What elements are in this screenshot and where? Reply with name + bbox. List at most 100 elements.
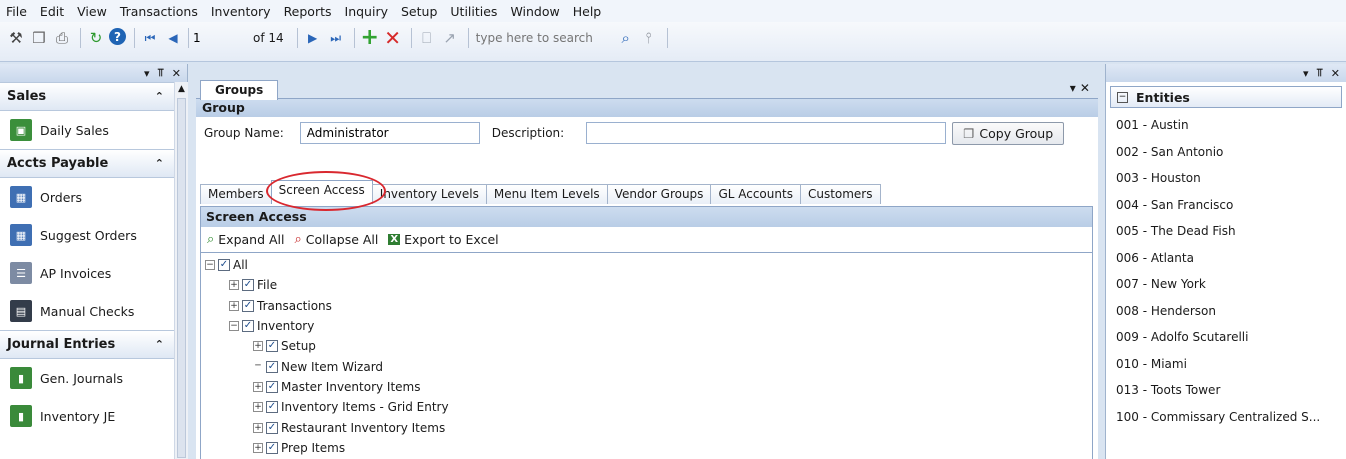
menu-view[interactable]: View bbox=[77, 4, 107, 19]
pane-dropdown-icon[interactable]: ▾ bbox=[144, 67, 150, 80]
expand-icon[interactable]: + bbox=[253, 422, 263, 433]
refresh-icon[interactable]: ↻ bbox=[86, 28, 106, 48]
tree-node[interactable]: + ✓ Inventory Items - Grid Entry bbox=[205, 397, 1085, 417]
tree-node[interactable]: + ✓ Transactions bbox=[205, 296, 1085, 316]
nav-section-journal-entries[interactable]: Journal Entries ⌃ bbox=[0, 330, 174, 359]
tab-vendor-groups[interactable]: Vendor Groups bbox=[606, 184, 712, 204]
nav-item-suggest-orders[interactable]: ▦ Suggest Orders bbox=[0, 216, 174, 254]
entity-item[interactable]: 003 - Houston bbox=[1106, 165, 1346, 192]
checkbox[interactable]: ✓ bbox=[266, 441, 278, 454]
delete-icon[interactable]: ✕ bbox=[383, 28, 403, 48]
collapse-chevron-icon[interactable]: ⌃ bbox=[155, 157, 164, 170]
collapse-chevron-icon[interactable]: ⌃ bbox=[155, 338, 164, 351]
nav-section-accts-payable[interactable]: Accts Payable ⌃ bbox=[0, 149, 174, 178]
help-icon[interactable]: ? bbox=[109, 28, 126, 45]
entity-item[interactable]: 006 - Atlanta bbox=[1106, 245, 1346, 272]
entity-item[interactable]: 009 - Adolfo Scutarelli bbox=[1106, 324, 1346, 351]
checkbox[interactable]: ✓ bbox=[242, 320, 254, 333]
entities-header[interactable]: − Entities bbox=[1110, 86, 1342, 108]
collapse-chevron-icon[interactable]: ⌃ bbox=[155, 90, 164, 103]
pin-icon[interactable]: ⫪ bbox=[1317, 66, 1323, 80]
scroll-up-icon[interactable]: ▲ bbox=[175, 82, 188, 96]
record-number-input[interactable] bbox=[191, 28, 247, 48]
expand-icon[interactable]: + bbox=[253, 442, 263, 453]
pin-icon[interactable]: ⫪ bbox=[158, 66, 164, 80]
copy-group-button[interactable]: ❐ Copy Group bbox=[952, 121, 1065, 145]
search-input[interactable] bbox=[473, 28, 594, 48]
tree-node[interactable]: + ✓ Prep Items bbox=[205, 438, 1085, 458]
wrench-icon[interactable]: ⚒ bbox=[6, 28, 26, 48]
collapse-icon[interactable]: − bbox=[1117, 91, 1128, 103]
nav-item-ap-invoices[interactable]: ☰ AP Invoices bbox=[0, 254, 174, 292]
tab-members[interactable]: Members bbox=[200, 184, 272, 204]
tab-customers[interactable]: Customers bbox=[799, 184, 881, 204]
last-record-icon[interactable]: ⏭ bbox=[326, 28, 346, 48]
checkbox[interactable]: ✓ bbox=[266, 340, 278, 353]
collapse-icon[interactable]: − bbox=[205, 260, 215, 271]
add-icon[interactable]: + bbox=[360, 27, 380, 49]
checkbox[interactable]: ✓ bbox=[218, 259, 230, 272]
nav-item-gen-journals[interactable]: ▮ Gen. Journals bbox=[0, 359, 174, 397]
first-record-icon[interactable]: ⏮ bbox=[140, 28, 160, 48]
menu-inquiry[interactable]: Inquiry bbox=[345, 4, 388, 19]
print-icon[interactable]: ⎕ bbox=[417, 28, 437, 48]
close-icon[interactable]: ✕ bbox=[1331, 67, 1340, 80]
navigation-scrollbar[interactable]: ▲ bbox=[174, 82, 188, 459]
tab-groups[interactable]: Groups bbox=[200, 80, 278, 100]
pane-dropdown-icon[interactable]: ▾ bbox=[1303, 67, 1309, 80]
tab-menu-item-levels[interactable]: Menu Item Levels bbox=[485, 184, 608, 204]
entity-item[interactable]: 005 - The Dead Fish bbox=[1106, 218, 1346, 245]
checkbox[interactable]: ✓ bbox=[242, 299, 254, 312]
group-name-input[interactable] bbox=[299, 122, 480, 144]
expand-icon[interactable]: + bbox=[229, 280, 239, 291]
menu-transactions[interactable]: Transactions bbox=[120, 4, 198, 19]
document-close-icon[interactable]: ▾ ✕ bbox=[1070, 81, 1090, 95]
checkbox[interactable]: ✓ bbox=[266, 401, 278, 414]
scroll-thumb[interactable] bbox=[177, 98, 186, 458]
checkbox[interactable]: ✓ bbox=[266, 380, 278, 393]
menu-setup[interactable]: Setup bbox=[401, 4, 437, 19]
menu-file[interactable]: File bbox=[6, 4, 27, 19]
entity-item[interactable]: 010 - Miami bbox=[1106, 351, 1346, 378]
menu-edit[interactable]: Edit bbox=[40, 4, 64, 19]
tree-node[interactable]: − ✓ All bbox=[205, 255, 1085, 275]
nav-item-manual-checks[interactable]: ▤ Manual Checks bbox=[0, 292, 174, 330]
tree-node[interactable]: − ✓ Inventory bbox=[205, 316, 1085, 336]
link-icon[interactable]: ↗ bbox=[440, 28, 460, 48]
tree-node[interactable]: + ✓ Restaurant Inventory Items bbox=[205, 417, 1085, 437]
expand-icon[interactable]: + bbox=[253, 381, 263, 392]
checkbox[interactable]: ✓ bbox=[242, 279, 254, 292]
menu-reports[interactable]: Reports bbox=[284, 4, 332, 19]
nav-item-daily-sales[interactable]: ▣ Daily Sales bbox=[0, 111, 174, 149]
expand-all-button[interactable]: ⌕ Expand All bbox=[207, 232, 285, 247]
close-icon[interactable]: ✕ bbox=[172, 67, 181, 80]
tree-node[interactable]: ─ ✓ New Item Wizard bbox=[205, 356, 1085, 376]
tree-node[interactable]: + ✓ Setup bbox=[205, 336, 1085, 356]
nav-item-orders[interactable]: ▦ Orders bbox=[0, 178, 174, 216]
export-to-excel-button[interactable]: X Export to Excel bbox=[388, 232, 499, 247]
tree-node[interactable]: + ✓ Master Inventory Items bbox=[205, 377, 1085, 397]
menu-window[interactable]: Window bbox=[510, 4, 559, 19]
next-record-icon[interactable]: ▶ bbox=[303, 28, 323, 48]
nav-section-sales[interactable]: Sales ⌃ bbox=[0, 82, 174, 111]
expand-icon[interactable]: + bbox=[253, 402, 263, 413]
expand-icon[interactable]: + bbox=[253, 341, 263, 352]
new-document-icon[interactable]: ❒ bbox=[29, 28, 49, 48]
menu-inventory[interactable]: Inventory bbox=[211, 4, 271, 19]
entity-item[interactable]: 007 - New York bbox=[1106, 271, 1346, 298]
collapse-all-button[interactable]: ⌕ Collapse All bbox=[295, 232, 379, 247]
tab-inventory-levels[interactable]: Inventory Levels bbox=[371, 184, 487, 204]
tree-node[interactable]: + ✓ File bbox=[205, 275, 1085, 295]
nav-item-inventory-je[interactable]: ▮ Inventory JE bbox=[0, 397, 174, 435]
entity-item[interactable]: 008 - Henderson bbox=[1106, 298, 1346, 325]
collapse-icon[interactable]: − bbox=[229, 321, 239, 332]
menu-help[interactable]: Help bbox=[573, 4, 602, 19]
description-input[interactable] bbox=[586, 122, 947, 144]
search-icon[interactable]: ⌕ bbox=[616, 28, 636, 48]
entity-item[interactable]: 002 - San Antonio bbox=[1106, 139, 1346, 166]
checkbox[interactable]: ✓ bbox=[266, 421, 278, 434]
tab-gl-accounts[interactable]: GL Accounts bbox=[710, 184, 801, 204]
filter-icon[interactable]: ⫯ bbox=[639, 28, 659, 48]
previous-record-icon[interactable]: ◀ bbox=[163, 28, 183, 48]
entity-item[interactable]: 004 - San Francisco bbox=[1106, 192, 1346, 219]
